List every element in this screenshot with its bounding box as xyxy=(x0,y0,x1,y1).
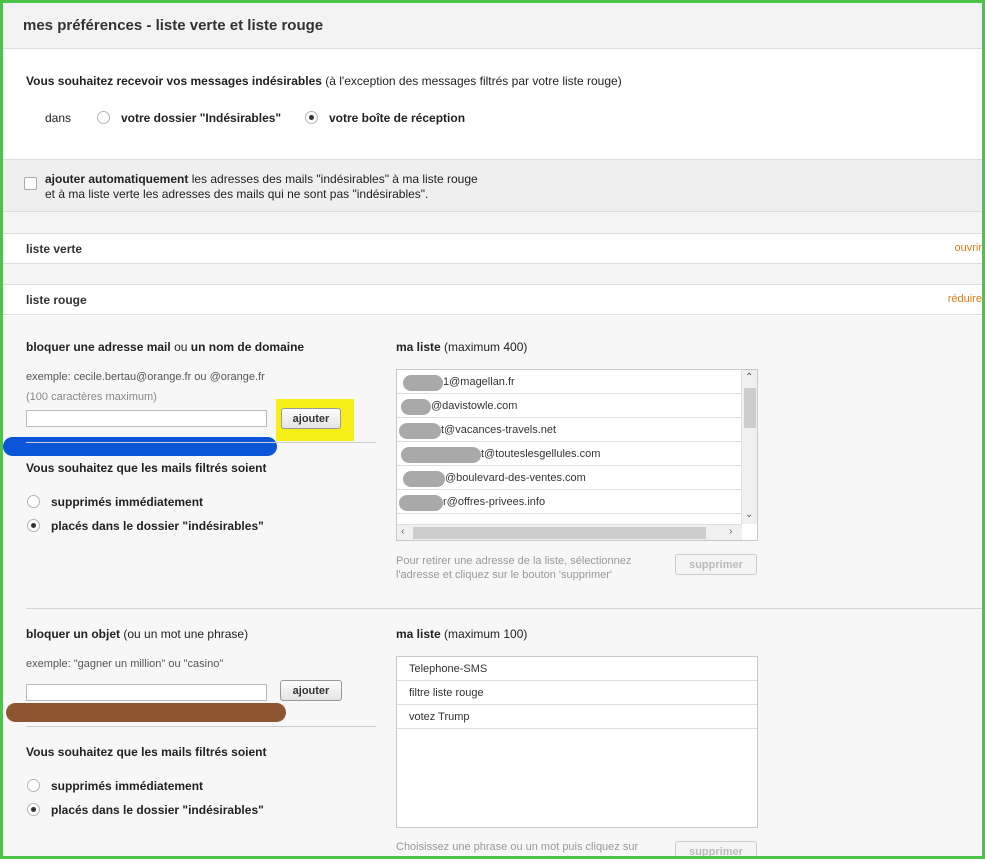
spam-pref-question-rest: (à l'exception des messages filtrés par … xyxy=(325,74,622,88)
block-address-title-part2: un nom de domaine xyxy=(190,340,305,354)
left-divider xyxy=(26,442,376,443)
redaction-blob xyxy=(401,447,481,463)
liste-verte-open-link[interactable]: ouvrir xyxy=(954,242,982,254)
subject-list[interactable]: Telephone-SMS filtre liste rouge votez T… xyxy=(396,656,758,828)
list-item-text: t@touteslesgellules.com xyxy=(481,448,601,460)
address-list-help: Pour retirer une adresse de la liste, sé… xyxy=(396,554,656,582)
block-address-example: exemple: cecile.bertau@orange.fr ou @ora… xyxy=(26,371,265,383)
list-item[interactable]: t@vacances-travels.net xyxy=(397,418,742,442)
section-liste-rouge-label: liste rouge xyxy=(26,293,87,307)
redaction-blue xyxy=(3,437,277,456)
block-subject-title: bloquer un objet (ou un mot une phrase) xyxy=(26,627,248,641)
scroll-down-arrow-icon[interactable]: ⌄ xyxy=(745,510,753,520)
address-list-hscrollbar[interactable]: ‹ › xyxy=(397,524,742,540)
subject-list-max: (maximum 100) xyxy=(444,627,528,641)
scroll-left-arrow-icon[interactable]: ‹ xyxy=(401,527,404,537)
delete-subject-button[interactable]: supprimer xyxy=(675,841,757,859)
address-list[interactable]: 1@magellan.fr @davistowle.com t@vacances… xyxy=(396,369,758,541)
subject-list-title-label: ma liste xyxy=(396,627,441,641)
list-item[interactable]: @davistowle.com xyxy=(397,394,742,418)
liste-rouge-reduce-link[interactable]: réduire xyxy=(948,293,982,305)
address-list-help-line1: Pour retirer une adresse de la liste, sé… xyxy=(396,555,632,567)
filtered-title-1: Vous souhaitez que les mails filtrés soi… xyxy=(26,461,267,475)
gap-band xyxy=(3,264,982,284)
radio-delete-immediately-2[interactable] xyxy=(27,779,40,792)
redaction-brown xyxy=(6,703,286,722)
auto-add-line1: les adresses des mails "indésirables" à … xyxy=(191,172,478,186)
block-address-title-part1: bloquer une adresse mail xyxy=(26,340,171,354)
spam-pref-question: Vous souhaitez recevoir vos messages ind… xyxy=(26,74,622,88)
address-list-help-line2: l'adresse et cliquez sur le bouton 'supp… xyxy=(396,569,613,581)
block-subject-title-bold: bloquer un objet xyxy=(26,627,120,641)
redaction-blob xyxy=(403,471,445,487)
scroll-right-arrow-icon[interactable]: › xyxy=(729,527,732,537)
page-title: mes préférences - liste verte et liste r… xyxy=(23,17,324,34)
hscroll-thumb[interactable] xyxy=(413,527,706,539)
list-item[interactable]: 1@magellan.fr xyxy=(397,370,742,394)
block-address-title: bloquer une adresse mail ou un nom de do… xyxy=(26,340,304,354)
block-subject-example: exemple: "gagner un million" ou "casino" xyxy=(26,658,224,670)
list-item-text: @davistowle.com xyxy=(431,400,518,412)
list-item[interactable]: votez Trump xyxy=(397,705,757,729)
radio-folder-2-label[interactable]: placés dans le dossier "indésirables" xyxy=(51,803,264,817)
spam-pref-question-bold: Vous souhaitez recevoir vos messages ind… xyxy=(26,74,322,88)
section-divider xyxy=(26,608,982,609)
radio-folder-2[interactable] xyxy=(27,803,40,816)
list-item[interactable]: Telephone-SMS xyxy=(397,657,757,681)
subject-list-help: Choisissez une phrase ou un mot puis cli… xyxy=(396,841,639,853)
add-address-button[interactable]: ajouter xyxy=(281,408,341,429)
radio-delete-immediately-2-label[interactable]: supprimés immédiatement xyxy=(51,779,203,793)
gap-band xyxy=(3,212,982,233)
list-item[interactable]: r@offres-privees.info xyxy=(397,490,742,514)
list-item-text: @boulevard-des-ventes.com xyxy=(445,472,586,484)
address-list-max: (maximum 400) xyxy=(444,340,528,354)
list-item[interactable]: t@touteslesgellules.com xyxy=(397,442,742,466)
radio-delete-immediately-1-label[interactable]: supprimés immédiatement xyxy=(51,495,203,509)
auto-add-checkbox[interactable] xyxy=(24,177,37,190)
radio-inbox[interactable] xyxy=(305,111,318,124)
left-divider xyxy=(26,726,376,727)
block-subject-input[interactable] xyxy=(26,684,267,701)
block-address-title-ou: ou xyxy=(174,340,188,354)
address-list-title-label: ma liste xyxy=(396,340,441,354)
section-liste-verte[interactable]: liste verte ouvrir xyxy=(3,233,982,264)
list-item-text: t@vacances-travels.net xyxy=(441,424,557,436)
auto-add-text: ajouter automatiquement les adresses des… xyxy=(45,172,478,202)
radio-spam-folder-label[interactable]: votre dossier "Indésirables" xyxy=(121,111,281,125)
radio-folder-1[interactable] xyxy=(27,519,40,532)
redaction-blob xyxy=(399,423,441,439)
section-liste-rouge[interactable]: liste rouge réduire xyxy=(3,284,982,315)
auto-add-line2: et à ma liste verte les adresses des mai… xyxy=(45,187,429,201)
delete-address-button[interactable]: supprimer xyxy=(675,554,757,575)
redaction-blob xyxy=(401,399,431,415)
radio-spam-folder[interactable] xyxy=(97,111,110,124)
filtered-title-2: Vous souhaitez que les mails filtrés soi… xyxy=(26,745,267,759)
radio-delete-immediately-1[interactable] xyxy=(27,495,40,508)
redaction-blob xyxy=(399,495,443,511)
subject-list-title: ma liste (maximum 100) xyxy=(396,627,527,641)
block-address-limit: (100 caractères maximum) xyxy=(26,391,157,403)
address-list-vscrollbar[interactable]: ⌃ ⌄ xyxy=(741,370,757,524)
radio-folder-1-label[interactable]: placés dans le dossier "indésirables" xyxy=(51,519,264,533)
auto-add-bold: ajouter automatiquement xyxy=(45,172,189,186)
list-item-text: 1@magellan.fr xyxy=(443,376,515,388)
spam-pref-dans: dans xyxy=(45,111,72,125)
redaction-blob xyxy=(403,375,443,391)
radio-inbox-label[interactable]: votre boîte de réception xyxy=(329,111,465,125)
address-list-title: ma liste (maximum 400) xyxy=(396,340,527,354)
list-item[interactable]: @boulevard-des-ventes.com xyxy=(397,466,742,490)
vscroll-thumb[interactable] xyxy=(744,388,756,428)
list-item[interactable]: filtre liste rouge xyxy=(397,681,757,705)
section-liste-verte-label: liste verte xyxy=(26,242,83,256)
block-subject-title-rest: (ou un mot une phrase) xyxy=(123,627,249,641)
add-subject-button[interactable]: ajouter xyxy=(280,680,342,701)
scroll-up-arrow-icon[interactable]: ⌃ xyxy=(745,373,753,383)
block-address-input[interactable] xyxy=(26,410,267,427)
list-item-text: r@offres-privees.info xyxy=(443,496,546,508)
